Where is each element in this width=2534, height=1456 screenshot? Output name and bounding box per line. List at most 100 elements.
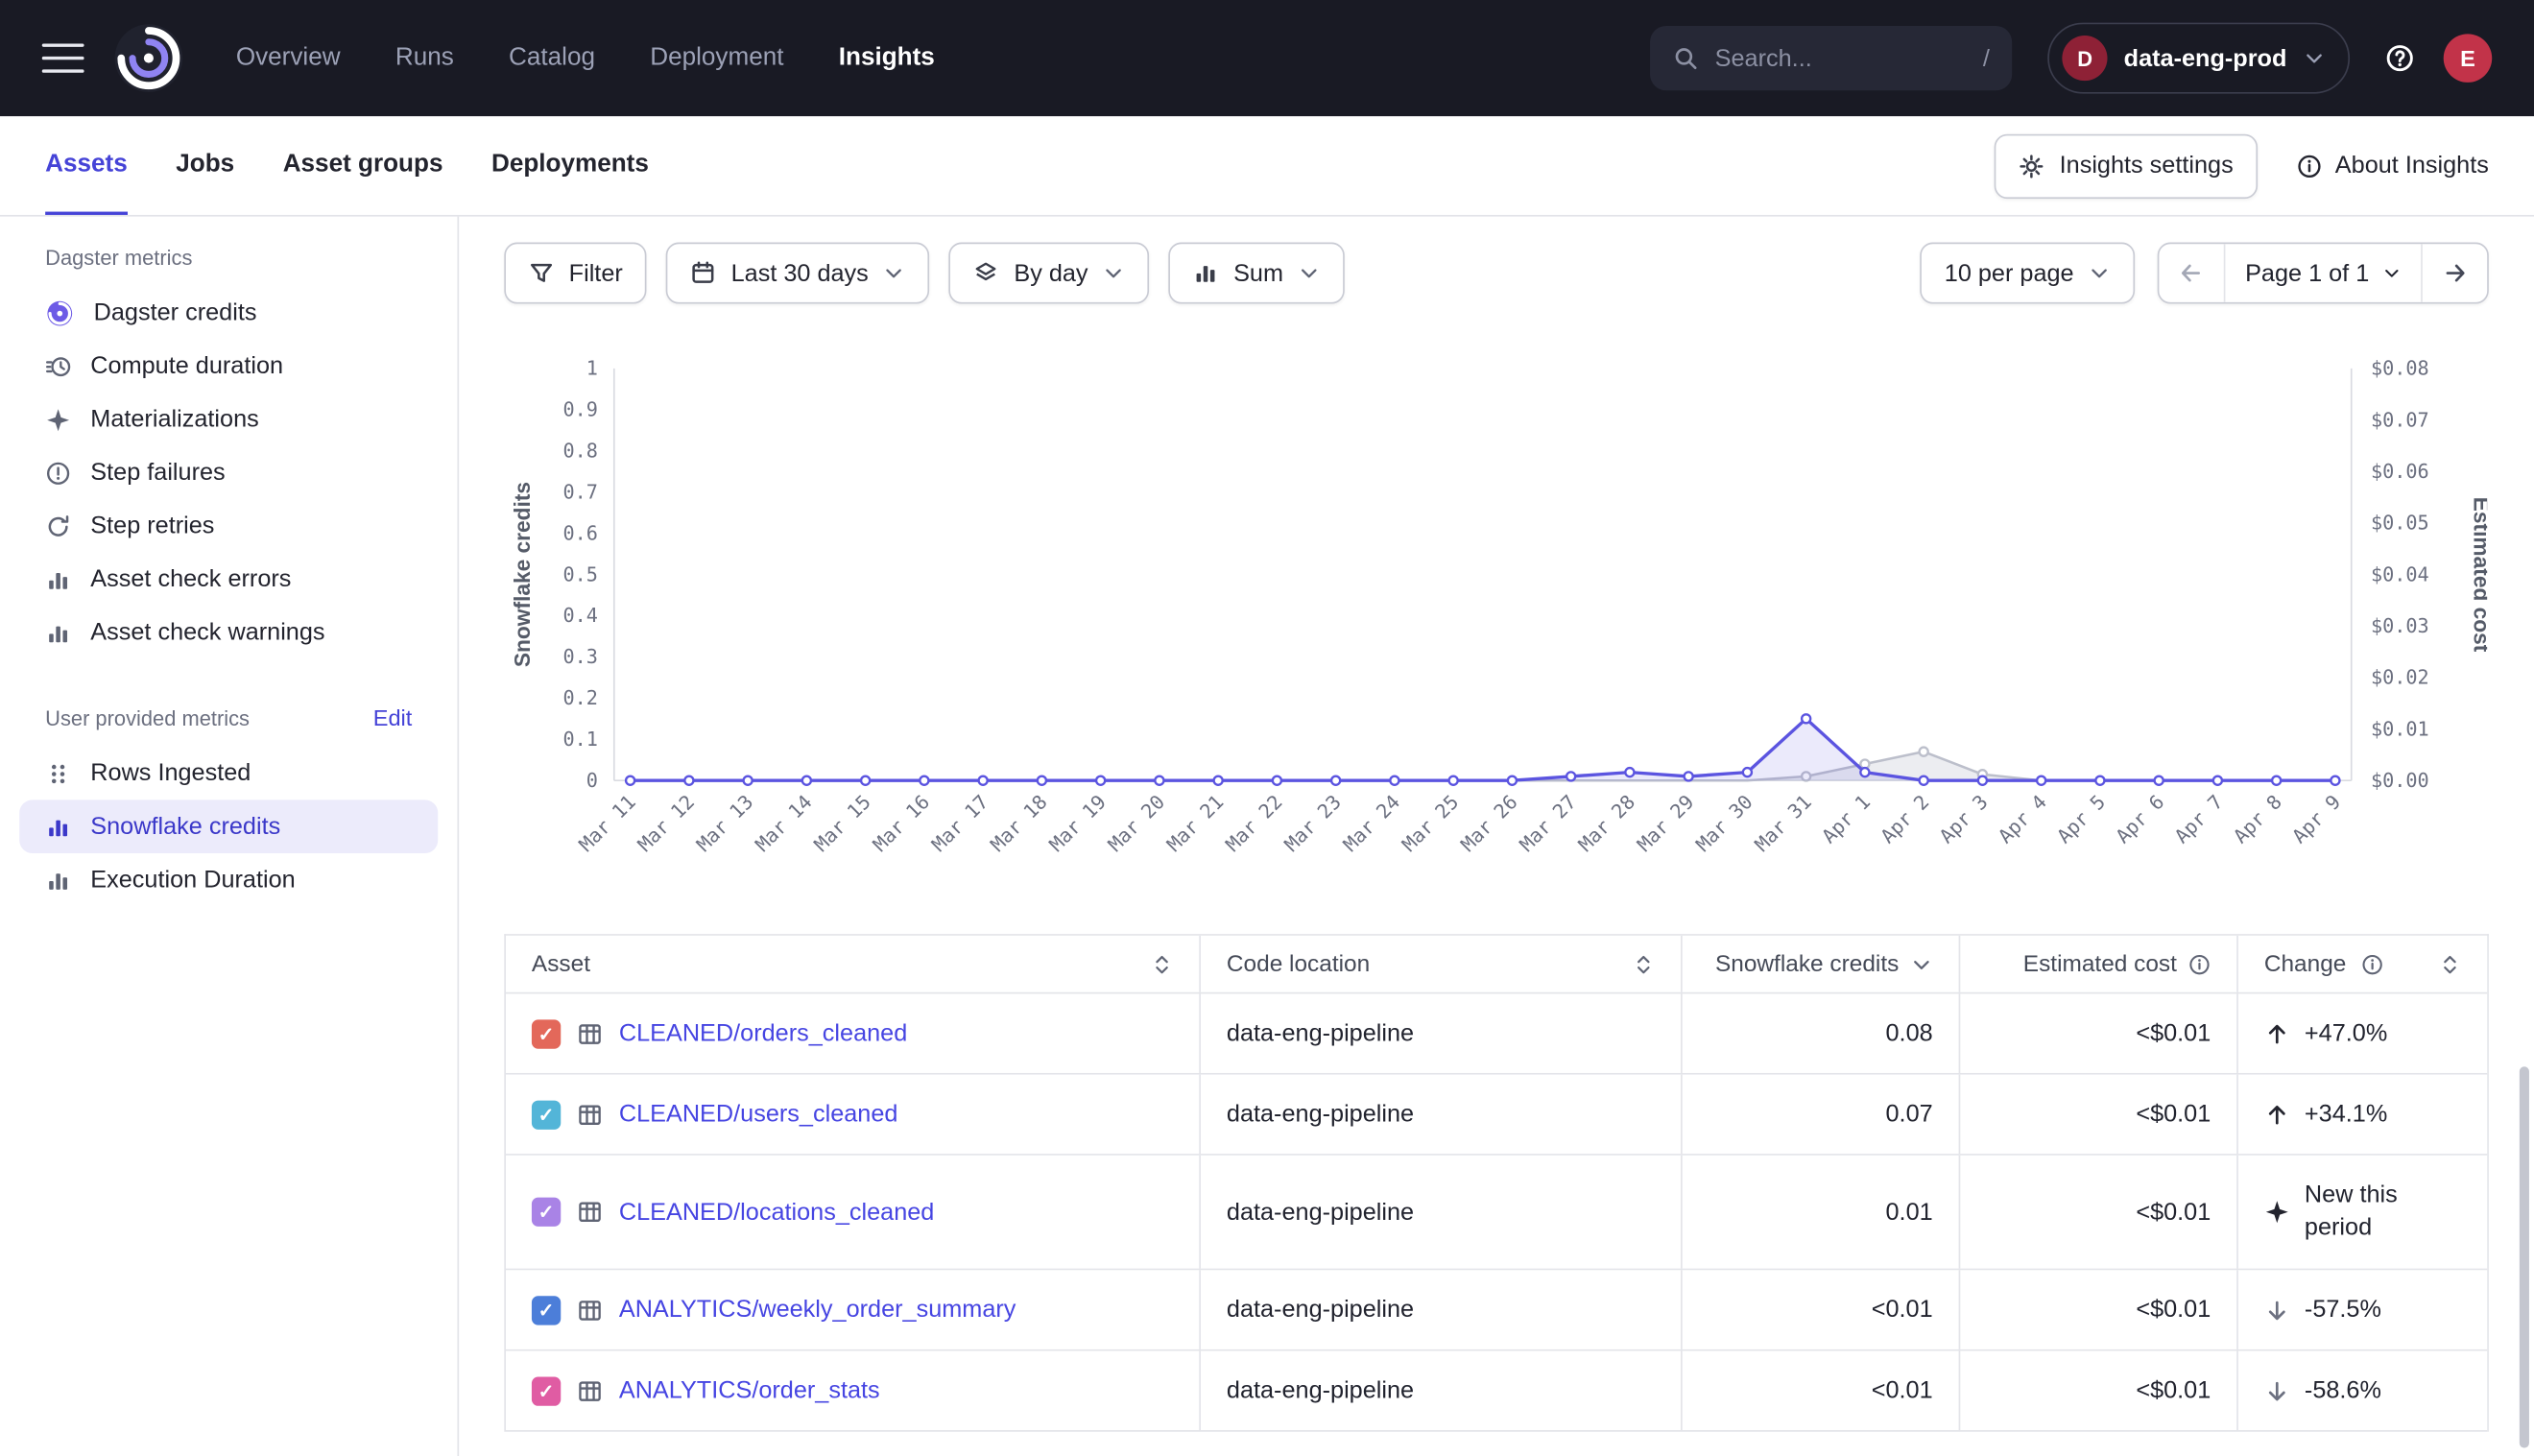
dagster-logo[interactable] — [113, 23, 184, 94]
aggregation-dropdown[interactable]: Sum — [1169, 243, 1345, 304]
assets-table: Asset Code location Snowflake credits Es… — [504, 934, 2489, 1432]
arrow-right-icon — [2442, 260, 2468, 286]
svg-text:Apr 8: Apr 8 — [2229, 790, 2286, 847]
info-icon[interactable] — [2361, 953, 2384, 976]
svg-text:0.1: 0.1 — [562, 728, 597, 751]
per-page-dropdown[interactable]: 10 per page — [1921, 243, 2136, 304]
asset-link[interactable]: CLEANED/locations_cleaned — [619, 1198, 935, 1226]
nav-link-overview[interactable]: Overview — [236, 43, 341, 72]
row-checkbox[interactable] — [532, 1198, 561, 1227]
insights-settings-button[interactable]: Insights settings — [1995, 133, 2258, 198]
asset-link[interactable]: ANALYTICS/order_stats — [619, 1376, 880, 1404]
cost-cell: <$0.01 — [1960, 1270, 2238, 1349]
nav-link-catalog[interactable]: Catalog — [509, 43, 595, 72]
row-checkbox[interactable] — [532, 1295, 561, 1324]
svg-text:$0.00: $0.00 — [2371, 769, 2429, 792]
sidebar-item-label: Asset check errors — [90, 565, 291, 593]
sidebar-item-snowflake-credits[interactable]: Snowflake credits — [19, 800, 438, 853]
edit-user-metrics-link[interactable]: Edit — [373, 704, 413, 730]
sort-icon[interactable] — [2439, 953, 2462, 976]
table-row: CLEANED/users_cleaned data-eng-pipeline … — [506, 1075, 2487, 1156]
tab-assets[interactable]: Assets — [45, 116, 128, 215]
code-location-value: data-eng-pipeline — [1227, 1101, 1414, 1129]
arrow-down-icon — [2264, 1377, 2290, 1403]
top-nav: Overview Runs Catalog Deployment Insight… — [0, 0, 2534, 116]
info-icon[interactable] — [2188, 953, 2211, 976]
aggregation-label: Sum — [1233, 259, 1283, 287]
column-header-estimated-cost[interactable]: Estimated cost — [1960, 936, 2238, 992]
svg-text:$0.07: $0.07 — [2371, 408, 2429, 431]
tab-jobs[interactable]: Jobs — [176, 116, 234, 215]
next-page-button[interactable] — [2421, 244, 2487, 302]
sort-icon[interactable] — [1151, 953, 1174, 976]
nav-link-deployment[interactable]: Deployment — [650, 43, 783, 72]
row-checkbox[interactable] — [532, 1100, 561, 1129]
asset-link[interactable]: CLEANED/users_cleaned — [619, 1101, 898, 1129]
vertical-scrollbar[interactable] — [2520, 1066, 2529, 1447]
svg-text:Mar 16: Mar 16 — [869, 790, 935, 856]
sidebar-item-dagster-credits[interactable]: Dagster credits — [19, 286, 438, 340]
svg-text:0.6: 0.6 — [562, 521, 597, 544]
group-by-dropdown[interactable]: By day — [949, 243, 1150, 304]
page-indicator[interactable]: Page 1 of 1 — [2224, 244, 2421, 302]
insights-tabs: Assets Jobs Asset groups Deployments — [45, 116, 649, 215]
table-asset-icon — [577, 1101, 603, 1127]
search-input[interactable] — [1715, 44, 1967, 72]
svg-text:Mar 24: Mar 24 — [1339, 790, 1405, 856]
sidebar-item-asset-check-warnings[interactable]: Asset check warnings — [19, 606, 438, 659]
row-checkbox[interactable] — [532, 1019, 561, 1048]
pagination-control: Page 1 of 1 — [2158, 243, 2489, 304]
tab-asset-groups[interactable]: Asset groups — [283, 116, 443, 215]
arrow-down-icon — [2264, 1297, 2290, 1323]
asset-link[interactable]: ANALYTICS/weekly_order_summary — [619, 1296, 1016, 1324]
nav-link-insights[interactable]: Insights — [839, 43, 935, 72]
about-insights-label: About Insights — [2335, 152, 2489, 179]
hamburger-menu-icon[interactable] — [42, 43, 84, 72]
sidebar-item-step-retries[interactable]: Step retries — [19, 499, 438, 553]
arrow-up-icon — [2264, 1101, 2290, 1127]
sidebar-item-execution-duration[interactable]: Execution Duration — [19, 853, 438, 907]
insights-settings-label: Insights settings — [2060, 152, 2234, 179]
svg-text:Mar 15: Mar 15 — [809, 790, 875, 856]
sidebar-item-materializations[interactable]: Materializations — [19, 393, 438, 446]
insights-sub-bar: Assets Jobs Asset groups Deployments Ins… — [0, 116, 2534, 216]
sidebar-item-rows-ingested[interactable]: Rows Ingested — [19, 747, 438, 800]
code-location-value: data-eng-pipeline — [1227, 1198, 1414, 1226]
user-avatar[interactable]: E — [2444, 34, 2493, 83]
search-box[interactable]: / — [1650, 26, 2012, 90]
row-checkbox[interactable] — [532, 1376, 561, 1405]
sidebar-item-compute-duration[interactable]: Compute duration — [19, 340, 438, 394]
help-button[interactable] — [2385, 43, 2414, 72]
change-value: +34.1% — [2305, 1101, 2387, 1129]
sort-icon[interactable] — [1633, 953, 1656, 976]
sidebar-item-asset-check-errors[interactable]: Asset check errors — [19, 553, 438, 607]
credits-cell: <0.01 — [1683, 1270, 1961, 1349]
bar-chart-icon — [45, 814, 71, 840]
filter-button[interactable]: Filter — [504, 243, 647, 304]
nav-link-runs[interactable]: Runs — [395, 43, 454, 72]
asset-cell: ANALYTICS/order_stats — [506, 1351, 1201, 1431]
svg-text:Mar 31: Mar 31 — [1750, 790, 1816, 856]
table-asset-icon — [577, 1020, 603, 1046]
column-header-snowflake-credits[interactable]: Snowflake credits — [1683, 936, 1961, 992]
sidebar-item-step-failures[interactable]: Step failures — [19, 446, 438, 500]
deployment-switcher[interactable]: D data-eng-prod — [2048, 23, 2351, 94]
arrow-left-icon — [2179, 260, 2205, 286]
svg-text:1: 1 — [586, 359, 598, 380]
previous-page-button[interactable] — [2160, 244, 2224, 302]
column-header-change[interactable]: Change — [2238, 936, 2487, 992]
column-header-asset[interactable]: Asset — [506, 936, 1201, 992]
date-range-dropdown[interactable]: Last 30 days — [666, 243, 930, 304]
code-location-cell: data-eng-pipeline — [1201, 993, 1683, 1073]
chevron-down-icon[interactable] — [1910, 953, 1933, 976]
tab-deployments[interactable]: Deployments — [491, 116, 649, 215]
svg-text:0.5: 0.5 — [562, 562, 597, 585]
column-header-code-location[interactable]: Code location — [1201, 936, 1683, 992]
asset-cell: CLEANED/orders_cleaned — [506, 993, 1201, 1073]
table-row: CLEANED/locations_cleaned data-eng-pipel… — [506, 1156, 2487, 1271]
svg-text:$0.03: $0.03 — [2371, 614, 2429, 637]
change-value: -58.6% — [2305, 1376, 2381, 1404]
sidebar-item-label: Compute duration — [90, 352, 283, 380]
about-insights-link[interactable]: About Insights — [2296, 152, 2488, 179]
asset-link[interactable]: CLEANED/orders_cleaned — [619, 1019, 907, 1047]
